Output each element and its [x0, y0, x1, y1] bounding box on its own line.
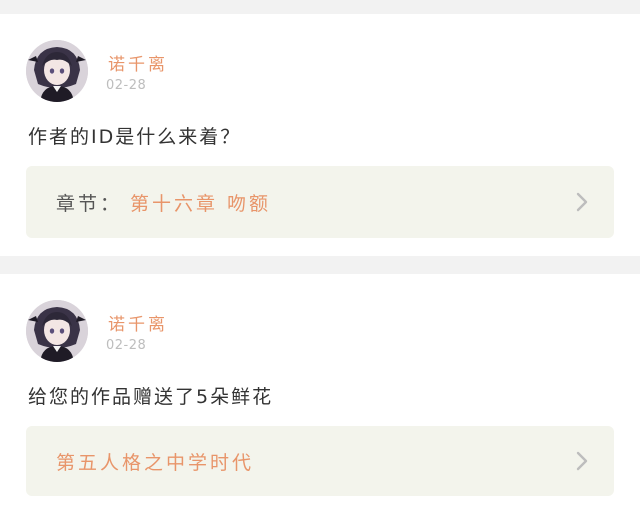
comment-message: 给您的作品赠送了5朵鲜花 — [28, 386, 274, 408]
comment-card: 诺千离 02-28 给您的作品赠送了5朵鲜花 第五人格之中学时代 — [0, 274, 640, 512]
avatar[interactable] — [26, 300, 88, 362]
anime-girl-avatar-icon — [26, 40, 88, 102]
comment-feed: 诺千离 02-28 作者的ID是什么来着？ 章节： 第十六章 吻额 诺千离 02… — [0, 0, 640, 512]
comment-date: 02-28 — [106, 338, 147, 353]
comment-date: 02-28 — [106, 78, 147, 93]
username[interactable]: 诺千离 — [108, 310, 168, 335]
chevron-right-icon — [576, 451, 588, 471]
comment-message: 作者的ID是什么来着？ — [28, 126, 242, 148]
chapter-title: 第十六章 吻额 — [130, 192, 272, 215]
chapter-label: 章节： — [56, 192, 123, 215]
comment-card: 诺千离 02-28 作者的ID是什么来着？ 章节： 第十六章 吻额 — [0, 14, 640, 256]
work-title: 第五人格之中学时代 — [56, 451, 255, 474]
avatar[interactable] — [26, 40, 88, 102]
work-link[interactable]: 第五人格之中学时代 — [26, 426, 614, 496]
anime-girl-avatar-icon — [26, 300, 88, 362]
username[interactable]: 诺千离 — [108, 50, 168, 75]
chevron-right-icon — [576, 192, 588, 212]
chapter-link[interactable]: 章节： 第十六章 吻额 — [26, 166, 614, 238]
